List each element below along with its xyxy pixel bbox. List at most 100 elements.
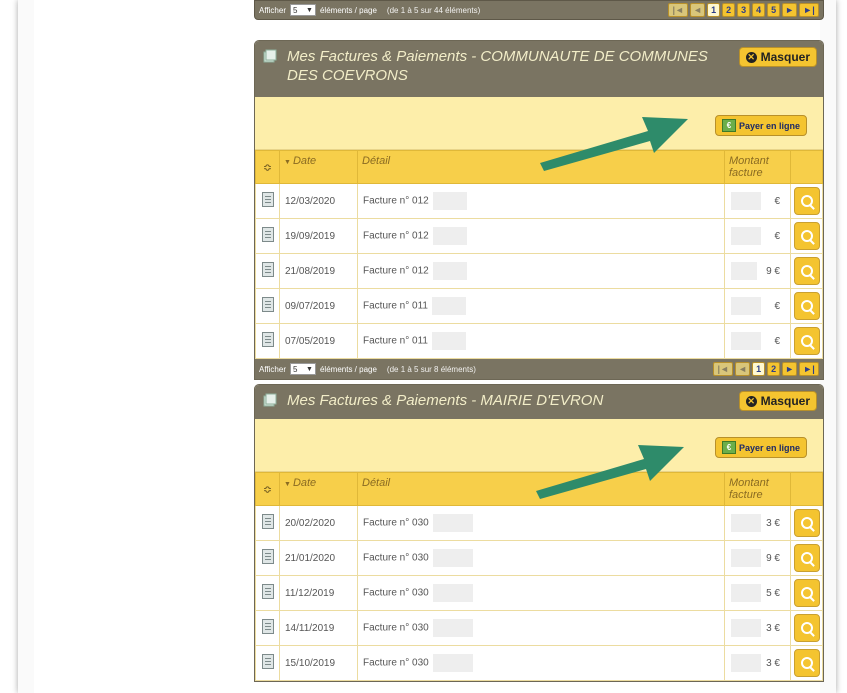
invoice-date: 21/08/2019: [279, 253, 358, 289]
column-header-date[interactable]: ▼ Date: [279, 150, 358, 184]
invoice-date: 20/02/2020: [279, 505, 358, 541]
column-header-date[interactable]: ▼ Date: [279, 472, 358, 506]
page-content: Afficher 5 ▼ éléments / page (de 1 à 5 su…: [34, 0, 824, 693]
sort-icon[interactable]: ≎: [255, 472, 280, 506]
invoice-detail-cell: Facture n° 011: [357, 323, 725, 359]
redaction: [731, 584, 761, 602]
chevron-down-icon: ▼: [306, 6, 313, 14]
invoice-detail: Facture n° 030: [363, 587, 429, 599]
column-header-amount[interactable]: Montant facture: [724, 150, 791, 184]
table-row: 07/05/2019 Facture n° 011 €: [255, 323, 823, 359]
last-page-button[interactable]: ►|: [799, 3, 819, 17]
document-cell: [255, 288, 280, 324]
invoice-detail: Facture n° 030: [363, 657, 429, 669]
column-header-amount[interactable]: Montant facture: [724, 472, 791, 506]
redaction: [731, 619, 761, 637]
table-header-row: ≎ ▼ Date Détail Montant facture: [255, 150, 823, 184]
invoice-amount: €: [774, 335, 780, 347]
invoice-amount: €: [774, 230, 780, 242]
invoice-amount: 5 €: [766, 587, 780, 599]
pay-online-button[interactable]: € Payer en ligne: [714, 115, 807, 136]
invoice-amount: 3 €: [766, 657, 780, 669]
view-invoice-button[interactable]: [794, 257, 820, 285]
card-icon: €: [721, 119, 736, 132]
page-button[interactable]: 4: [752, 3, 766, 17]
page-button[interactable]: 5: [767, 3, 781, 17]
view-cell: [790, 218, 823, 254]
page-button[interactable]: 1: [752, 362, 766, 376]
invoice-detail: Facture n° 030: [363, 552, 429, 564]
invoice-date: 14/11/2019: [279, 610, 358, 646]
prev-page-button[interactable]: ◄: [690, 3, 706, 17]
column-header-detail[interactable]: Détail: [357, 472, 725, 506]
pay-online-button[interactable]: € Payer en ligne: [714, 437, 807, 458]
view-invoice-button[interactable]: [794, 509, 820, 537]
page-button[interactable]: 2: [767, 362, 781, 376]
view-invoice-button[interactable]: [794, 222, 820, 250]
redaction: [432, 549, 473, 567]
invoice-detail: Facture n° 012: [363, 230, 429, 242]
invoice-amount-cell: €: [724, 218, 791, 254]
view-cell: [790, 505, 823, 541]
document-cell: [255, 575, 280, 611]
invoices-section-coevrons: Mes Factures & Paiements - COMMUNAUTE DE…: [254, 40, 824, 380]
per-page-suffix: éléments / page: [319, 5, 377, 15]
document-icon: [261, 262, 274, 277]
per-page-value: 5: [292, 364, 298, 374]
document-cell: [255, 253, 280, 289]
invoices-table: ≎ ▼ Date Détail Montant facture 12/03/202…: [255, 150, 823, 359]
document-icon: [261, 332, 274, 347]
page-button[interactable]: 3: [737, 3, 751, 17]
invoice-detail-cell: Facture n° 030: [357, 575, 725, 611]
view-invoice-button[interactable]: [794, 579, 820, 607]
view-invoice-button[interactable]: [794, 327, 820, 355]
redaction: [432, 619, 473, 637]
next-page-button[interactable]: ►: [782, 362, 797, 376]
hide-button[interactable]: ✕ Masquer: [738, 47, 817, 67]
per-page-value: 5: [292, 5, 298, 15]
last-page-button[interactable]: ►|: [799, 362, 819, 376]
invoices-table: ≎ ▼ Date Détail Montant facture 20/02/202…: [255, 472, 823, 681]
invoice-amount-cell: 5 €: [724, 575, 791, 611]
magnifier-icon: [801, 552, 813, 564]
view-invoice-button[interactable]: [794, 544, 820, 572]
view-invoice-button[interactable]: [794, 649, 820, 677]
top-pager: Afficher 5 ▼ éléments / page (de 1 à 5 su…: [254, 0, 824, 20]
pager-show-label: Afficher: [259, 364, 286, 374]
document-cell: [255, 505, 280, 541]
prev-page-button[interactable]: ◄: [735, 362, 751, 376]
table-row: 20/02/2020 Facture n° 030 3 €: [255, 505, 823, 541]
sort-icon[interactable]: ≎: [255, 150, 280, 184]
view-invoice-button[interactable]: [794, 614, 820, 642]
document-cell: [255, 645, 280, 681]
page-button[interactable]: 1: [707, 3, 721, 17]
view-invoice-button[interactable]: [794, 292, 820, 320]
first-page-button[interactable]: |◄: [713, 362, 734, 376]
redaction: [431, 297, 466, 315]
view-cell: [790, 288, 823, 324]
sort-desc-icon: ▼: [284, 159, 291, 166]
redaction: [731, 297, 761, 315]
column-date-label: Date: [292, 477, 317, 489]
column-header-detail[interactable]: Détail: [357, 150, 725, 184]
section-header: Mes Factures & Paiements - COMMUNAUTE DE…: [255, 41, 823, 97]
hide-button[interactable]: ✕ Masquer: [738, 391, 817, 411]
invoice-detail-cell: Facture n° 012: [357, 218, 725, 254]
view-invoice-button[interactable]: [794, 187, 820, 215]
first-page-button[interactable]: |◄: [668, 3, 689, 17]
per-page-select[interactable]: 5 ▼: [289, 363, 316, 375]
invoice-amount: 3 €: [766, 622, 780, 634]
table-row: 11/12/2019 Facture n° 030 5 €: [255, 575, 823, 611]
magnifier-icon: [801, 517, 813, 529]
document-icon: [261, 297, 274, 312]
invoices-column: Afficher 5 ▼ éléments / page (de 1 à 5 su…: [254, 0, 824, 682]
next-page-button[interactable]: ►: [782, 3, 797, 17]
invoice-detail: Facture n° 012: [363, 265, 429, 277]
invoices-section-evron: Mes Factures & Paiements - MAIRIE D'EVRO…: [254, 384, 824, 682]
redaction: [432, 227, 467, 245]
browser-frame: Afficher 5 ▼ éléments / page (de 1 à 5 su…: [18, 0, 836, 693]
magnifier-icon: [801, 195, 813, 207]
page-button[interactable]: 2: [722, 3, 736, 17]
per-page-select[interactable]: 5 ▼: [289, 4, 316, 16]
invoice-detail: Facture n° 030: [363, 517, 429, 529]
